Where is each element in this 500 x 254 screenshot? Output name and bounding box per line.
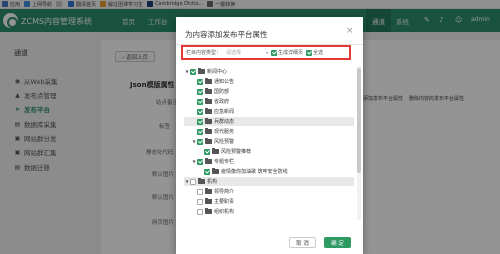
checkbox-checked-icon[interactable] bbox=[271, 49, 278, 56]
tree-node[interactable]: ▼ 新闻中心 bbox=[184, 67, 354, 76]
generate-detail-label: 生成详细页 bbox=[278, 50, 304, 56]
checkbox-empty-icon[interactable] bbox=[197, 198, 203, 205]
checkbox-checked-icon[interactable] bbox=[197, 128, 203, 135]
checkbox-checked-icon[interactable] bbox=[204, 168, 210, 175]
checkbox-checked-icon[interactable] bbox=[197, 98, 203, 105]
folder-icon bbox=[205, 198, 212, 204]
content-type-label: 栏目内容类型： bbox=[186, 50, 222, 56]
folder-icon bbox=[212, 148, 219, 154]
checkbox-empty-icon[interactable] bbox=[197, 188, 203, 195]
tree-node-label: 机构 bbox=[207, 179, 218, 185]
folder-icon bbox=[205, 78, 212, 84]
folder-icon bbox=[198, 178, 205, 184]
select-all-checkbox[interactable]: 全选 bbox=[306, 49, 323, 56]
folder-icon bbox=[205, 108, 212, 114]
tree-node-label: 主要职责 bbox=[214, 199, 235, 205]
select-placeholder: 请选择 bbox=[226, 50, 242, 56]
tree-node[interactable]: 省政府 bbox=[184, 97, 354, 106]
scrollbar-thumb[interactable] bbox=[357, 68, 361, 173]
tree-node-label: 国防部 bbox=[214, 89, 230, 95]
checkbox-checked-icon[interactable] bbox=[197, 158, 203, 165]
tree-node[interactable]: 通知公告 bbox=[184, 77, 354, 86]
tree-node[interactable]: 应急新闻 bbox=[184, 107, 354, 116]
checkbox-checked-icon[interactable] bbox=[197, 118, 203, 125]
confirm-button[interactable]: 确 定 bbox=[324, 237, 351, 248]
tree-node-label: 疫情像你加油歌 筑牢安全防线 bbox=[221, 169, 288, 175]
tree-node[interactable]: 疫情像你加油歌 筑牢安全防线 bbox=[184, 167, 354, 176]
tree-node[interactable]: 领导简介 bbox=[184, 187, 354, 196]
tree-node[interactable]: ▼ 专题专栏 bbox=[184, 157, 354, 166]
folder-icon bbox=[205, 88, 212, 94]
tree-node-label: 现代服务 bbox=[214, 129, 235, 135]
checkbox-checked-icon[interactable] bbox=[197, 138, 203, 145]
tree-node-label: 兵群动态 bbox=[214, 119, 235, 125]
cancel-button[interactable]: 取 消 bbox=[289, 237, 316, 248]
tree-scrollbar[interactable] bbox=[357, 66, 361, 220]
checkbox-empty-icon[interactable] bbox=[197, 208, 203, 215]
folder-icon bbox=[205, 98, 212, 104]
generate-detail-checkbox[interactable]: 生成详细页 bbox=[271, 49, 303, 56]
tree-node-label: 通知公告 bbox=[214, 79, 235, 85]
tree-node[interactable]: 国防部 bbox=[184, 87, 354, 96]
content-type-select[interactable]: 请选择 bbox=[224, 48, 264, 57]
tree-node-label: 专题专栏 bbox=[214, 159, 235, 165]
tree-node[interactable]: 主要职责 bbox=[184, 197, 354, 206]
close-icon[interactable]: × bbox=[346, 26, 354, 36]
tree-node-label: 省政府 bbox=[214, 99, 230, 105]
folder-icon bbox=[205, 118, 212, 124]
tree-node[interactable]: 组织机构 bbox=[184, 207, 354, 216]
tree-node-label: 应急新闻 bbox=[214, 109, 235, 115]
folder-icon bbox=[205, 158, 212, 164]
checkbox-checked-icon[interactable] bbox=[197, 88, 203, 95]
tree-node[interactable]: 风险预警推荐 bbox=[184, 147, 354, 156]
select-all-label: 全选 bbox=[313, 50, 324, 56]
checkbox-checked-icon[interactable] bbox=[197, 108, 203, 115]
folder-icon bbox=[205, 188, 212, 194]
tree-node[interactable]: 现代服务 bbox=[184, 127, 354, 136]
tree-node[interactable]: ▼ 机构 bbox=[184, 177, 354, 186]
tree-node-label: 新闻中心 bbox=[207, 69, 228, 75]
folder-icon bbox=[212, 168, 219, 174]
tree-node-label: 风险预警推荐 bbox=[221, 149, 252, 155]
channel-tree: ▼ 新闻中心通知公告国防部省政府应急新闻兵群动态现代服务 ▼ 风险预警风险预警推荐 ▼ 专… bbox=[184, 67, 359, 219]
chevron-down-icon[interactable]: ▾ bbox=[266, 50, 268, 55]
tree-node-label: 风险预警 bbox=[214, 139, 235, 145]
tree-node[interactable]: 兵群动态 bbox=[184, 117, 354, 126]
checkbox-checked-icon[interactable] bbox=[204, 148, 210, 155]
folder-icon bbox=[198, 68, 205, 74]
tree-node-label: 领导简介 bbox=[214, 189, 235, 195]
tree-node[interactable]: ▼ 风险预警 bbox=[184, 137, 354, 146]
folder-icon bbox=[205, 208, 212, 214]
folder-icon bbox=[205, 128, 212, 134]
checkbox-empty-icon[interactable] bbox=[190, 178, 196, 185]
checkbox-checked-icon[interactable] bbox=[197, 78, 203, 85]
checkbox-checked-icon[interactable] bbox=[190, 68, 196, 75]
folder-icon bbox=[205, 138, 212, 144]
dialog-title: 为内容添加发布平台属性 bbox=[185, 30, 268, 39]
dialog-toolbar: 栏目内容类型： 请选择 ▾ 生成详细页 全选 bbox=[181, 45, 351, 60]
checkbox-checked-icon[interactable] bbox=[306, 49, 313, 56]
tree-node-label: 组织机构 bbox=[214, 209, 235, 215]
